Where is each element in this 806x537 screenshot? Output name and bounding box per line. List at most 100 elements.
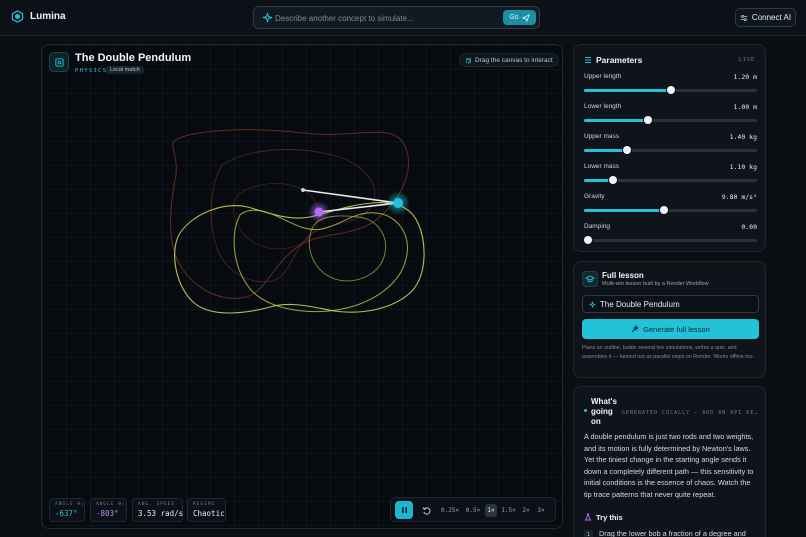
top-bar: Lumina Go Connect AI xyxy=(0,0,806,36)
readout-angle-2: ANGLE θ₂ -803° xyxy=(90,498,127,522)
sliders-icon xyxy=(740,14,748,21)
param-upper-mass: Upper mass 1.40 kg xyxy=(584,133,757,159)
param-slider[interactable] xyxy=(584,236,757,244)
speed-option[interactable]: 1.5× xyxy=(500,504,517,517)
readout-label: REGIME xyxy=(193,502,216,507)
status-dot xyxy=(584,409,587,412)
slider-thumb[interactable] xyxy=(644,116,652,124)
readout-label: ANG. SPEED xyxy=(138,502,176,507)
readout-value: -803° xyxy=(96,509,119,518)
lesson-topic-field[interactable]: The Double Pendulum xyxy=(582,295,759,313)
slider-fill xyxy=(584,209,664,212)
lesson-icon-box xyxy=(582,271,598,287)
speed-option[interactable]: 0.25× xyxy=(439,504,461,517)
param-gravity: Gravity 9.80 m/s² xyxy=(584,193,757,219)
param-slider[interactable] xyxy=(584,146,757,154)
param-label: Lower length xyxy=(584,103,622,110)
pivot xyxy=(301,188,305,192)
hand-icon xyxy=(465,57,472,63)
upper-rod xyxy=(302,189,399,204)
lesson-subtitle: Multi-sim lesson built by a Render Workf… xyxy=(602,281,709,287)
slider-thumb[interactable] xyxy=(660,206,668,214)
param-label: Damping xyxy=(584,223,611,230)
playback-controls: 0.25× 0.5× 1× 1.5× 2× 3× xyxy=(390,497,556,522)
param-damping: Damping 0.00 xyxy=(584,223,757,249)
concept-input[interactable] xyxy=(275,11,500,25)
parameters-title: Parameters xyxy=(596,55,643,65)
slider-thumb[interactable] xyxy=(584,236,592,244)
param-value: 1.40 kg xyxy=(729,133,757,141)
list-icon xyxy=(585,57,591,63)
readout-value: -637° xyxy=(55,509,78,518)
go-label: Go xyxy=(509,14,519,21)
param-lower-mass: Lower mass 1.10 kg xyxy=(584,163,757,189)
connect-ai-button[interactable]: Connect AI xyxy=(735,8,796,27)
readout-angular-speed: ANG. SPEED 3.53 rad/s xyxy=(132,498,183,522)
try-this-title: Try this xyxy=(596,513,623,522)
param-value: 1.20 m xyxy=(733,73,757,81)
try-step-number: 1 xyxy=(584,530,593,537)
readout-regime: REGIME Chaotic xyxy=(187,498,226,522)
param-value: 0.00 xyxy=(741,223,757,231)
pendulum-drawing[interactable] xyxy=(42,45,563,529)
explanation-title: What's going on xyxy=(591,397,617,426)
simulation-icon xyxy=(49,52,69,72)
wand-icon xyxy=(631,325,640,333)
atom-icon xyxy=(54,57,64,67)
drag-hint-text: Drag the canvas to interact xyxy=(475,56,553,64)
lesson-topic-value: The Double Pendulum xyxy=(600,300,680,309)
generate-lesson-label: Generate full lesson xyxy=(643,324,710,334)
lesson-note: Plans an outline, builds several live si… xyxy=(582,345,755,360)
match-badge: Local match xyxy=(106,66,144,74)
simulation-canvas[interactable]: The Double Pendulum PHYSICS Local match … xyxy=(41,44,563,529)
param-label: Lower mass xyxy=(584,163,620,170)
drag-hint: Drag the canvas to interact xyxy=(459,53,559,67)
live-indicator: LIVE xyxy=(738,57,755,63)
param-label: Gravity xyxy=(584,193,605,200)
explanation-panel: What's going on GENERATED LOCALLY — ADD … xyxy=(573,386,766,537)
tip-trace-inner xyxy=(233,209,408,313)
param-value: 1.00 m xyxy=(733,103,757,111)
lesson-title: Full lesson xyxy=(602,271,644,280)
slider-fill xyxy=(584,89,671,92)
readout-value: Chaotic xyxy=(193,509,225,518)
param-slider[interactable] xyxy=(584,116,757,124)
tip-trace xyxy=(174,201,425,314)
go-button[interactable]: Go xyxy=(503,10,536,25)
speed-option[interactable]: 3× xyxy=(535,504,547,517)
app-name: Lumina xyxy=(30,11,66,22)
param-value: 1.10 kg xyxy=(729,163,757,171)
sparkle-icon xyxy=(589,301,596,308)
send-icon xyxy=(521,13,530,22)
param-value: 9.80 m/s² xyxy=(721,193,757,201)
graduation-cap-icon xyxy=(585,275,595,283)
readout-label: ANGLE θ₁ xyxy=(55,502,85,507)
generation-source: GENERATED LOCALLY — ADD AN API KE… xyxy=(622,410,758,416)
sparkle-icon xyxy=(262,12,273,23)
speed-option[interactable]: 0.5× xyxy=(464,504,482,517)
param-slider[interactable] xyxy=(584,86,757,94)
concept-search: Go xyxy=(253,6,540,29)
slider-thumb[interactable] xyxy=(623,146,631,154)
explanation-body: A double pendulum is just two rods and t… xyxy=(584,432,754,499)
speed-option-active[interactable]: 1× xyxy=(485,504,497,517)
lower-bob[interactable] xyxy=(314,207,324,217)
logo-icon xyxy=(11,10,24,23)
readout-value: 3.53 rad/s xyxy=(138,509,184,518)
speed-option[interactable]: 2× xyxy=(520,504,532,517)
pause-icon xyxy=(401,507,407,513)
param-slider[interactable] xyxy=(584,206,757,214)
param-upper-length: Upper length 1.20 m xyxy=(584,73,757,99)
readout-label: ANGLE θ₂ xyxy=(96,502,126,507)
parameters-panel: Parameters LIVE Upper length 1.20 m Lowe… xyxy=(573,44,766,252)
upper-bob[interactable] xyxy=(393,198,403,208)
reset-button[interactable] xyxy=(417,501,435,519)
slider-thumb[interactable] xyxy=(609,176,617,184)
slider-thumb[interactable] xyxy=(667,86,675,94)
brand[interactable]: Lumina xyxy=(11,10,66,23)
generate-lesson-button[interactable]: Generate full lesson xyxy=(582,319,759,339)
simulation-category: PHYSICS xyxy=(75,68,108,74)
pause-button[interactable] xyxy=(395,501,413,519)
param-slider[interactable] xyxy=(584,176,757,184)
readout-angle-1: ANGLE θ₁ -637° xyxy=(49,498,85,522)
